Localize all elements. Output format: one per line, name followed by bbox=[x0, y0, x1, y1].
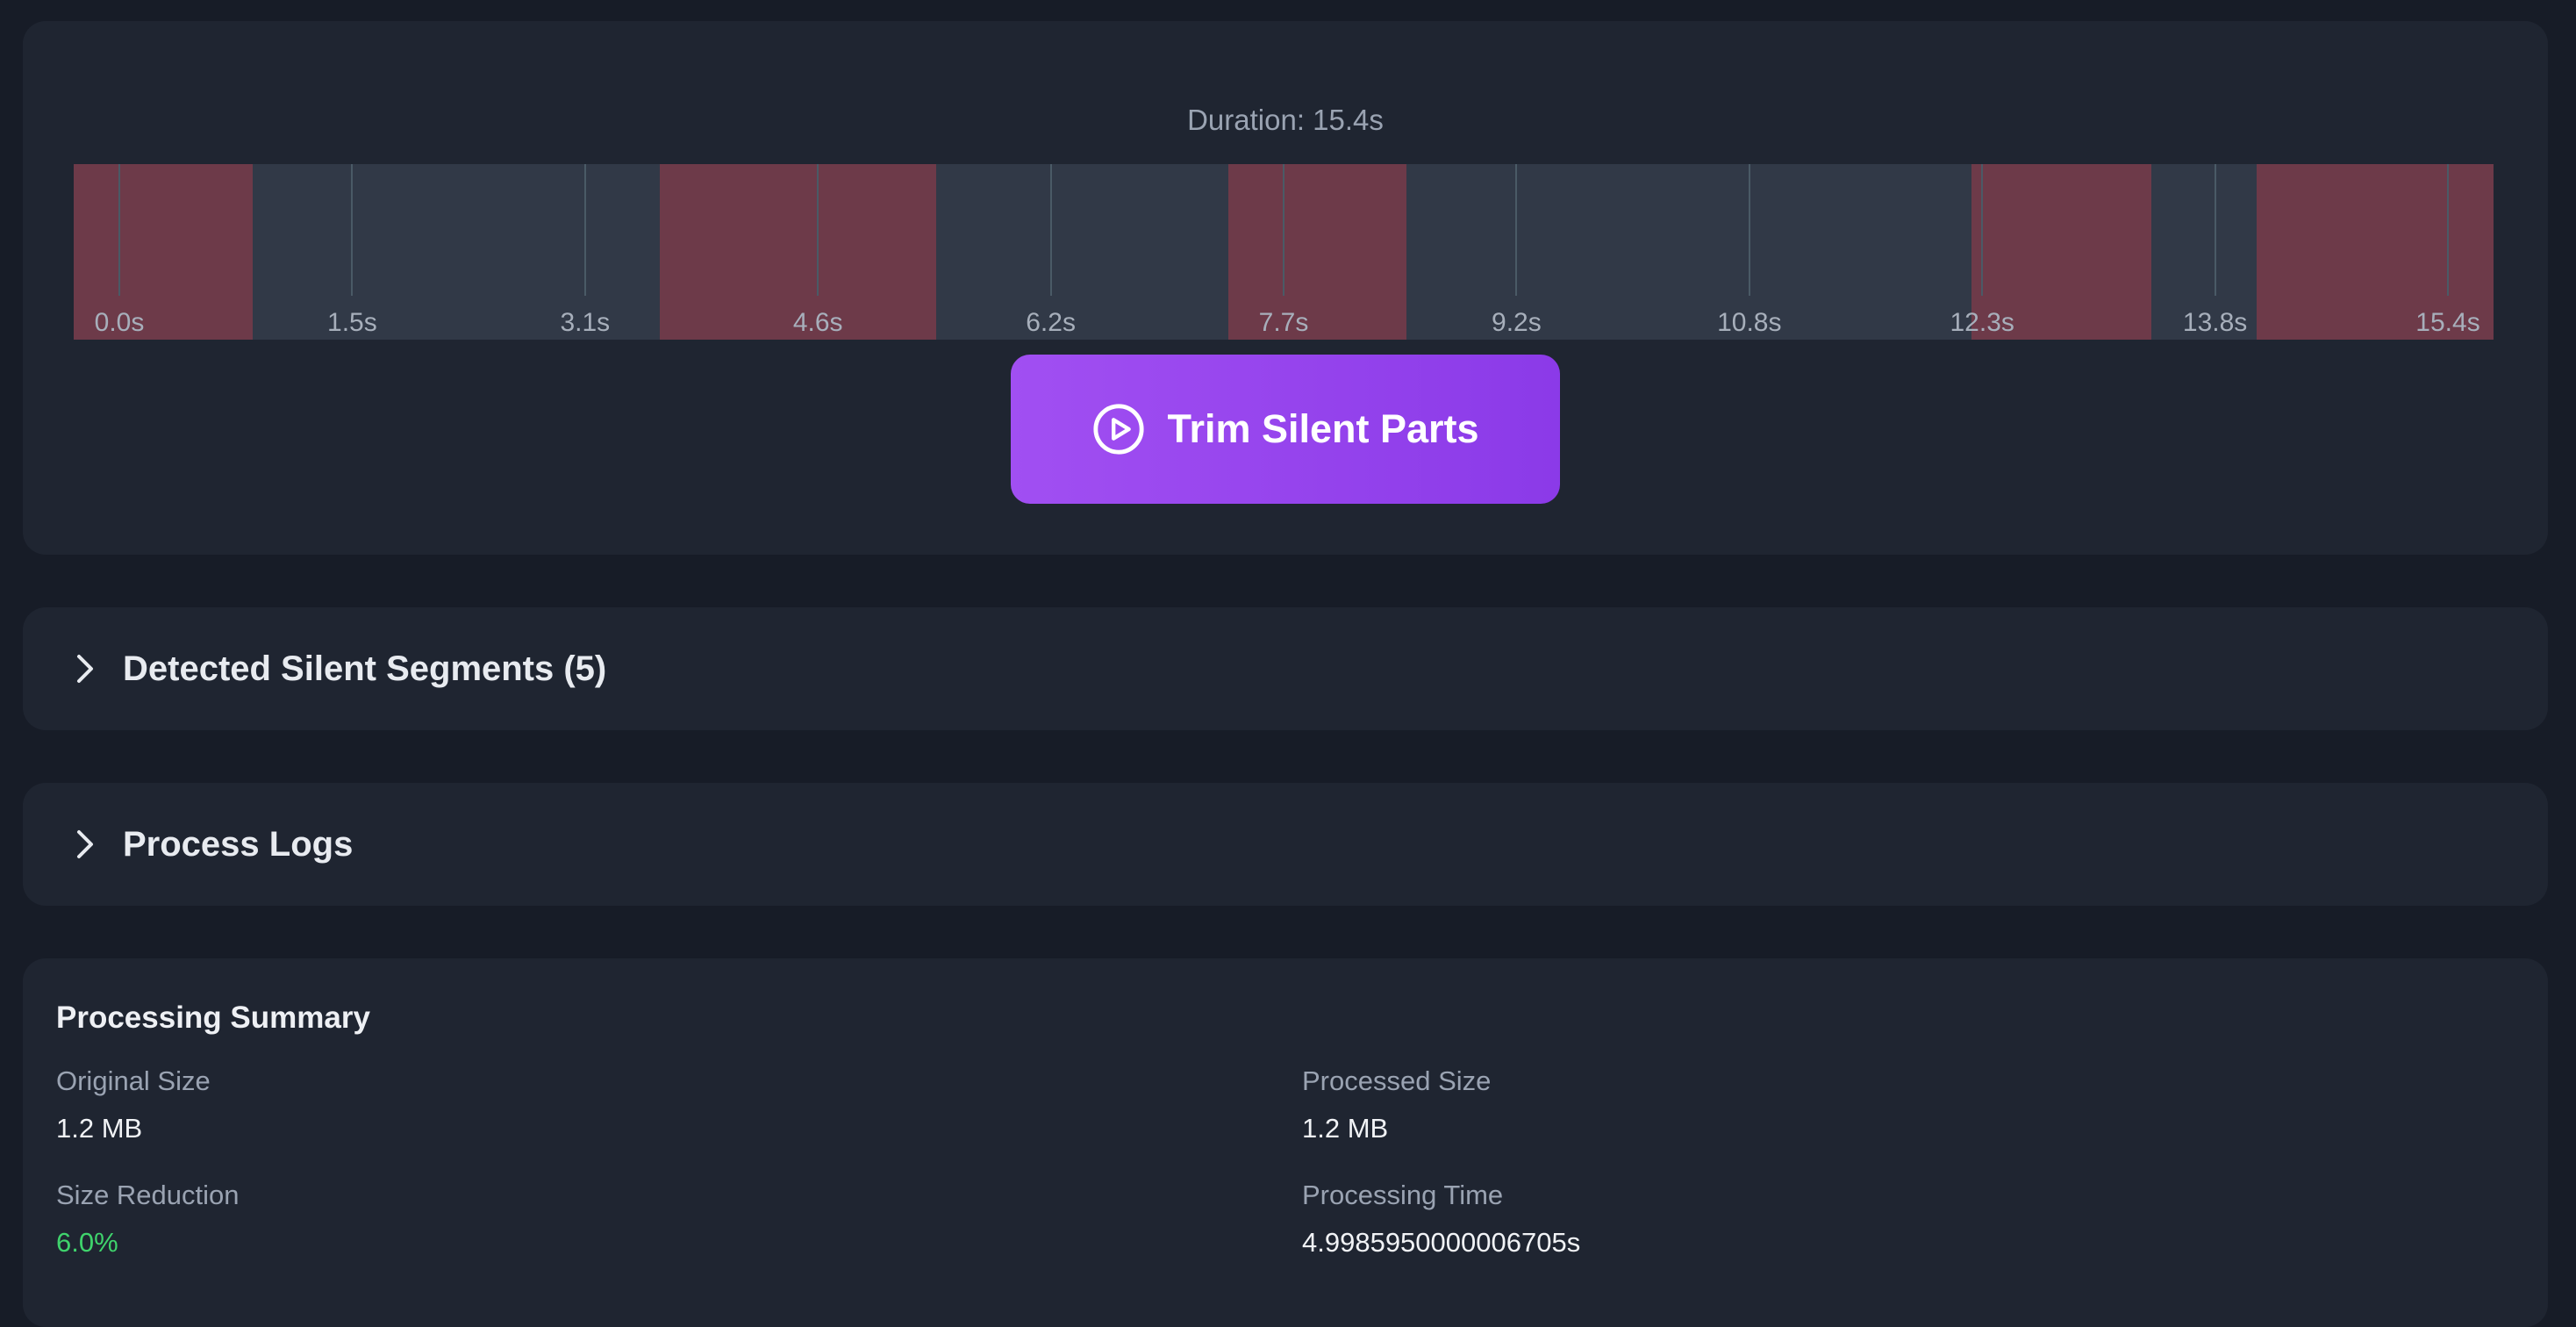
process-logs-title: Process Logs bbox=[123, 824, 354, 864]
timeline-tick bbox=[583, 164, 586, 296]
processing-summary-card: Processing Summary Original Size 1.2 MB … bbox=[23, 958, 2548, 1327]
timeline-card: Duration: 15.4s 0.0s 1.5s 3.1s 4.6s 6.2s 7.7s… bbox=[23, 21, 2548, 555]
timeline-tick bbox=[351, 164, 354, 296]
timeline-tick-label: 1.5s bbox=[327, 308, 377, 337]
size-reduction-value: 6.0% bbox=[56, 1227, 118, 1258]
timeline-tick bbox=[1748, 164, 1750, 296]
timeline-tick-label: 4.6s bbox=[792, 308, 843, 337]
processing-time-stat: Processing Time 4.9985950000006705s bbox=[1302, 1180, 1580, 1259]
silent-segments-title: Detected Silent Segments (5) bbox=[123, 649, 607, 688]
silent-segments-section: Detected Silent Segments (5) bbox=[23, 607, 2548, 730]
processing-time-value: 4.9985950000006705s bbox=[1302, 1227, 1581, 1258]
play-circle-icon bbox=[1093, 404, 1145, 455]
silent-segment[interactable] bbox=[1228, 164, 1406, 340]
size-reduction-stat: Size Reduction 6.0% bbox=[56, 1180, 240, 1259]
process-logs-toggle[interactable]: Process Logs bbox=[23, 783, 2548, 906]
timeline-tick bbox=[1283, 164, 1284, 296]
timeline-tick bbox=[1981, 164, 1984, 296]
timeline-tick-label: 13.8s bbox=[2182, 308, 2248, 337]
timeline-tick-label: 9.2s bbox=[1492, 308, 1542, 337]
timeline-tick bbox=[2447, 164, 2449, 296]
timeline-tick-label: 10.8s bbox=[1717, 308, 1782, 337]
processed-size-label: Processed Size bbox=[1302, 1065, 1492, 1096]
timeline-tick bbox=[1049, 164, 1052, 296]
waveform-timeline[interactable]: 0.0s 1.5s 3.1s 4.6s 6.2s 7.7s 9.2s 10.8s 12.3s 13… bbox=[74, 164, 2494, 340]
timeline-tick bbox=[817, 164, 819, 296]
chevron-right-icon bbox=[77, 655, 93, 683]
process-logs-section: Process Logs bbox=[23, 783, 2548, 906]
timeline-tick-label: 3.1s bbox=[560, 308, 611, 337]
trim-button-label: Trim Silent Parts bbox=[1167, 406, 1479, 451]
timeline-tick bbox=[1515, 164, 1518, 296]
timeline-tick bbox=[2214, 164, 2216, 296]
trim-silent-parts-button[interactable]: Trim Silent Parts bbox=[1011, 355, 1560, 504]
chevron-right-icon bbox=[77, 830, 93, 858]
timeline-tick bbox=[118, 164, 120, 296]
timeline-tick-label: 12.3s bbox=[1950, 308, 2014, 337]
duration-label: Duration: 15.4s bbox=[1187, 104, 1384, 136]
processing-time-label: Processing Time bbox=[1302, 1180, 1504, 1210]
timeline-tick-label: 7.7s bbox=[1258, 308, 1309, 337]
timeline-tick-label: 15.4s bbox=[2415, 308, 2480, 337]
timeline-tick-label: 0.0s bbox=[94, 308, 145, 337]
size-reduction-label: Size Reduction bbox=[56, 1180, 240, 1210]
silent-segments-toggle[interactable]: Detected Silent Segments (5) bbox=[23, 607, 2548, 730]
original-size-stat: Original Size 1.2 MB bbox=[56, 1065, 211, 1144]
original-size-value: 1.2 MB bbox=[56, 1113, 143, 1144]
processed-size-value: 1.2 MB bbox=[1302, 1113, 1389, 1144]
processed-size-stat: Processed Size 1.2 MB bbox=[1302, 1065, 1491, 1144]
summary-title: Processing Summary bbox=[56, 1001, 370, 1035]
timeline-tick-label: 6.2s bbox=[1026, 308, 1076, 337]
original-size-label: Original Size bbox=[56, 1065, 211, 1096]
